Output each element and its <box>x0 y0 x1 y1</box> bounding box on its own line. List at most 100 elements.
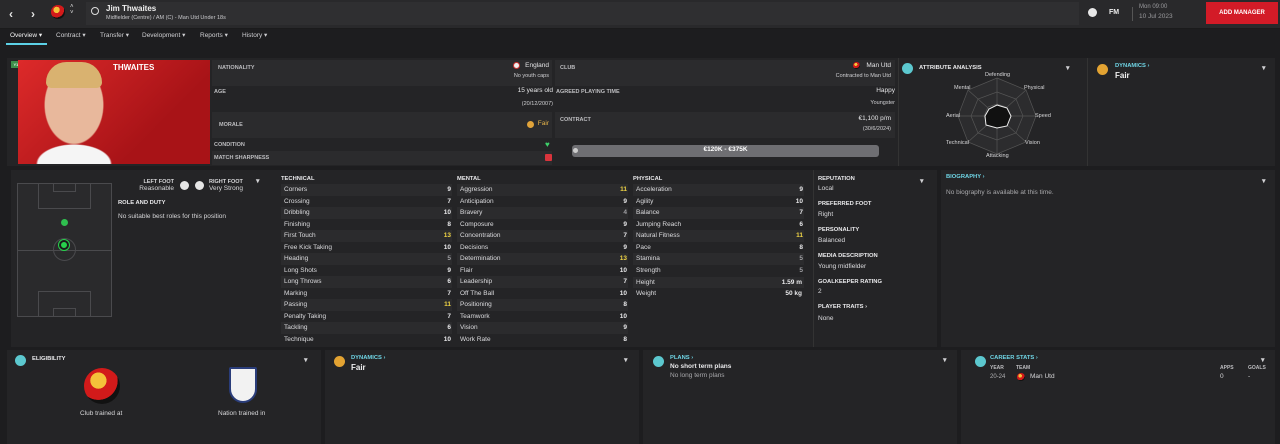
chevron-down-icon[interactable]: ▾ <box>1262 177 1266 185</box>
career-goals: - <box>1248 373 1251 380</box>
club-badge-icon[interactable] <box>51 5 65 19</box>
col-year: YEAR <box>990 365 1004 371</box>
attribute-row[interactable]: Heading 5 <box>281 253 452 265</box>
attribute-row[interactable]: Stamina 5 <box>633 253 804 265</box>
attribute-name: Determination <box>460 255 501 262</box>
attribute-row[interactable]: Acceleration 9 <box>633 184 804 196</box>
attribute-name: Crossing <box>284 197 310 205</box>
attribute-row[interactable]: Jumping Reach 6 <box>633 219 804 231</box>
attribute-row[interactable]: Vision 9 <box>457 322 628 334</box>
career-team[interactable]: Man Utd <box>1030 373 1055 380</box>
attribute-row[interactable]: Finishing 8 <box>281 219 452 231</box>
career-year: 20-24 <box>990 374 1006 380</box>
tab-transfer[interactable]: Transfer ▾ <box>100 31 129 39</box>
tab-history[interactable]: History ▾ <box>242 31 267 39</box>
fm-logo[interactable]: FM <box>1109 9 1119 16</box>
chevron-down-icon[interactable]: ▾ <box>920 177 924 185</box>
attribute-row[interactable]: Passing 11 <box>281 299 452 311</box>
axis-vision: Vision <box>1025 140 1040 146</box>
tab-reports[interactable]: Reports ▾ <box>200 31 228 39</box>
player-name[interactable]: Jim Thwaites <box>106 4 156 13</box>
attribute-row[interactable]: Technique 10 <box>281 334 452 346</box>
divider <box>813 170 814 347</box>
morale-value[interactable]: Fair <box>520 120 549 127</box>
chevron-down-icon[interactable]: ▾ <box>256 177 260 185</box>
club-value[interactable]: Man Utd <box>840 62 891 69</box>
contract-label: CONTRACT <box>560 117 591 123</box>
attribute-row[interactable]: Flair 10 <box>457 265 628 277</box>
biography-title[interactable]: BIOGRAPHY › <box>946 174 985 180</box>
morale-label: MORALE <box>219 122 243 128</box>
attribute-name: Marking <box>284 289 308 297</box>
tab-development[interactable]: Development ▾ <box>142 31 185 39</box>
attribute-row[interactable]: Work Rate 8 <box>457 334 628 346</box>
attribute-row[interactable]: Strength 5 <box>633 265 804 277</box>
attribute-row[interactable]: Tackling 6 <box>281 322 452 334</box>
attribute-row[interactable]: Anticipation 9 <box>457 196 628 208</box>
attribute-row[interactable]: Dribbling 10 <box>281 207 452 219</box>
attribute-row[interactable]: Long Shots 9 <box>281 265 452 277</box>
col-apps: APPS <box>1220 365 1234 371</box>
attribute-row[interactable]: Marking 7 <box>281 288 452 300</box>
forward-arrow-icon[interactable]: › <box>31 7 35 21</box>
axis-attacking: Attacking <box>986 153 1009 159</box>
chevron-down-icon[interactable]: ▾ <box>304 356 308 364</box>
axis-speed: Speed <box>1035 113 1051 119</box>
attribute-row[interactable]: Bravery 4 <box>457 207 628 219</box>
attribute-row[interactable]: Off The Ball 10 <box>457 288 628 300</box>
ball-icon[interactable] <box>1088 8 1097 17</box>
attribute-row[interactable]: Pace 8 <box>633 242 804 254</box>
attribute-row[interactable]: Long Throws 6 <box>281 276 452 288</box>
attribute-row[interactable]: Penalty Taking 7 <box>281 311 452 323</box>
player-traits-label[interactable]: PLAYER TRAITS › <box>818 304 867 310</box>
attribute-row[interactable]: Teamwork 10 <box>457 311 628 323</box>
chevron-down-icon[interactable]: ▾ <box>1261 356 1265 364</box>
axis-mental: Mental <box>954 85 971 91</box>
attribute-row[interactable]: Free Kick Taking 10 <box>281 242 452 254</box>
attribute-row[interactable]: Aggression 11 <box>457 184 628 196</box>
age-label: AGE <box>214 89 226 95</box>
tab-overview[interactable]: Overview ▾ <box>10 31 42 39</box>
wage-value[interactable]: €1,100 p/m <box>810 115 891 122</box>
dynamics-title[interactable]: DYNAMICS › <box>1115 63 1149 69</box>
club-crest-icon[interactable] <box>84 368 120 404</box>
attribute-row[interactable]: First Touch 13 <box>281 230 452 242</box>
attribute-name: Long Throws <box>284 278 322 285</box>
plans-title[interactable]: PLANS › <box>670 355 693 361</box>
attribute-name: Penalty Taking <box>284 312 327 320</box>
height-value: 1.59 m <box>781 279 802 286</box>
attribute-value: 5 <box>447 255 451 262</box>
back-arrow-icon[interactable]: ‹ <box>9 7 13 21</box>
long-term-plans: No long term plans <box>670 372 725 379</box>
attribute-row[interactable]: Determination 13 <box>457 253 628 265</box>
axis-physical: Physical <box>1024 85 1045 91</box>
attribute-row[interactable]: Decisions 9 <box>457 242 628 254</box>
fa-crest-icon[interactable] <box>229 367 257 403</box>
attribute-name: Flair <box>460 266 473 274</box>
attribute-row[interactable]: Crossing 7 <box>281 196 452 208</box>
career-stats-title[interactable]: CAREER STATS › <box>990 355 1038 361</box>
attribute-value: 11 <box>796 232 803 239</box>
nationality-value[interactable]: England <box>490 62 549 69</box>
attribute-name: Dribbling <box>284 209 310 216</box>
attribute-row[interactable]: Natural Fitness 11 <box>633 230 804 242</box>
chevron-down-icon[interactable]: ▾ <box>943 356 947 364</box>
chevron-down-icon[interactable]: ▾ <box>624 356 628 364</box>
tab-contract[interactable]: Contract ▾ <box>56 31 86 39</box>
attribute-row[interactable]: Corners 9 <box>281 184 452 196</box>
search-icon[interactable] <box>91 7 99 15</box>
attribute-row[interactable]: Composure 9 <box>457 219 628 231</box>
dynamics-bottom-title[interactable]: DYNAMICS › <box>351 355 385 361</box>
current-date[interactable]: 10 Jul 2023 <box>1139 13 1173 20</box>
dynamics-bottom-value: Fair <box>351 363 366 372</box>
attribute-row[interactable]: Balance 7 <box>633 207 804 219</box>
attribute-row[interactable]: Leadership 7 <box>457 276 628 288</box>
add-manager-button[interactable]: ADD MANAGER <box>1206 2 1278 24</box>
chevron-down-icon[interactable]: ▾ <box>1262 64 1266 72</box>
attribute-row[interactable]: Agility 10 <box>633 196 804 208</box>
attribute-row[interactable]: Concentration 7 <box>457 230 628 242</box>
up-down-chevron-icon[interactable]: ˄ ˅ <box>70 4 74 16</box>
chevron-down-icon[interactable]: ▾ <box>1066 64 1070 72</box>
attribute-row[interactable]: Positioning 8 <box>457 299 628 311</box>
contract-end: (30/6/2024) <box>862 126 891 132</box>
